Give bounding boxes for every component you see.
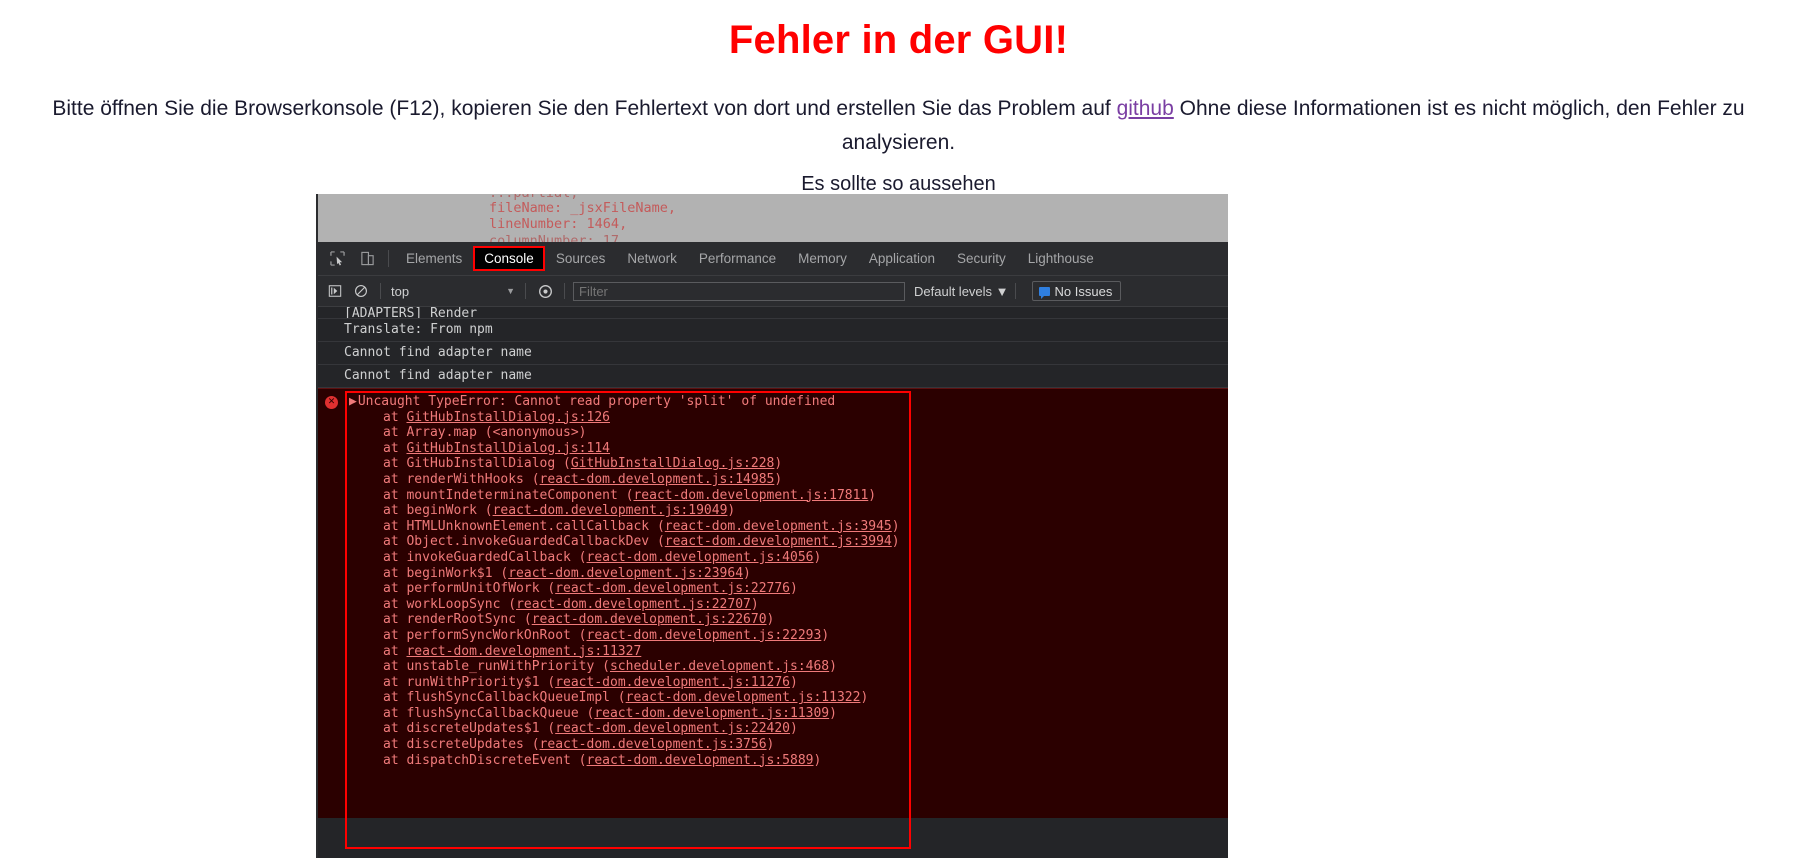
tab-application[interactable]: Application [858, 246, 946, 271]
filterbar-divider-2 [525, 283, 526, 299]
log-row[interactable]: Cannot find adapter name [318, 365, 1228, 388]
stack-frame[interactable]: at invokeGuardedCallback (react-dom.deve… [349, 550, 1228, 566]
error-circle-icon: ✕ [325, 396, 338, 409]
stack-frame[interactable]: at renderWithHooks (react-dom.developmen… [349, 472, 1228, 488]
source-link[interactable]: react-dom.development.js:22707 [516, 597, 751, 612]
source-link[interactable]: react-dom.development.js:22776 [555, 581, 790, 596]
source-link[interactable]: react-dom.development.js:3945 [665, 519, 892, 534]
tab-sources[interactable]: Sources [545, 246, 617, 271]
stack-frame[interactable]: at discreteUpdates$1 (react-dom.developm… [349, 721, 1228, 737]
console-settings-eye-icon[interactable] [533, 280, 557, 302]
tab-console[interactable]: Console [473, 246, 545, 271]
source-link[interactable]: react-dom.development.js:11327 [406, 644, 641, 659]
source-link[interactable]: react-dom.development.js:22293 [587, 628, 822, 643]
log-row[interactable]: [ADAPTERS] Render [318, 307, 1228, 319]
log-row[interactable]: Cannot find adapter name [318, 342, 1228, 365]
tab-security[interactable]: Security [946, 246, 1017, 271]
console-filterbar: top ▼ Default levels ▼ No Issues [318, 276, 1228, 307]
source-link[interactable]: react-dom.development.js:11322 [626, 690, 861, 705]
source-link[interactable]: react-dom.development.js:17811 [633, 488, 868, 503]
console-error-entry[interactable]: ✕ ▶Uncaught TypeError: Cannot read prope… [318, 388, 1228, 849]
stack-frame[interactable]: at mountIndeterminateComponent (react-do… [349, 488, 1228, 504]
filterbar-divider-4 [1014, 283, 1016, 299]
stack-frame[interactable]: at unstable_runWithPriority (scheduler.d… [349, 659, 1228, 675]
stack-frame[interactable]: at react-dom.development.js:11327 [349, 644, 1228, 660]
issues-button[interactable]: No Issues [1031, 281, 1122, 301]
tab-elements[interactable]: Elements [395, 246, 473, 271]
source-link[interactable]: GitHubInstallDialog.js:228 [571, 456, 775, 471]
source-link[interactable]: GitHubInstallDialog.js:126 [406, 410, 610, 425]
code-line-3: columnNumber: 17 [424, 233, 620, 242]
intro-paragraph: Bitte öffnen Sie die Browserkonsole (F12… [0, 92, 1797, 160]
disclosure-triangle-icon[interactable]: ▶ [349, 394, 357, 409]
stack-frame[interactable]: at runWithPriority$1 (react-dom.developm… [349, 675, 1228, 691]
source-link[interactable]: react-dom.development.js:23964 [508, 566, 743, 581]
error-stack-trace[interactable]: ▶Uncaught TypeError: Cannot read propert… [318, 394, 1228, 768]
stack-frame[interactable]: at Object.invokeGuardedCallbackDev (reac… [349, 534, 1228, 550]
devtools-tabbar: Elements Console Sources Network Perform… [318, 242, 1228, 276]
stack-frame[interactable]: at beginWork (react-dom.development.js:1… [349, 503, 1228, 519]
issues-message-icon [1038, 286, 1050, 299]
toolbar-divider [388, 250, 389, 267]
filter-input[interactable] [573, 281, 905, 301]
page-root: Fehler in der GUI! Bitte öffnen Sie die … [0, 0, 1797, 858]
context-selector[interactable]: top ▼ [387, 281, 519, 301]
stack-frame[interactable]: at performSyncWorkOnRoot (react-dom.deve… [349, 628, 1228, 644]
context-selector-value: top [391, 283, 410, 299]
source-link[interactable]: react-dom.development.js:19049 [493, 503, 728, 518]
clear-console-icon[interactable] [349, 280, 373, 302]
stack-frame[interactable]: at beginWork$1 (react-dom.development.js… [349, 566, 1228, 582]
source-link[interactable]: react-dom.development.js:14985 [540, 472, 775, 487]
screenshot-caption: Es sollte so aussehen [801, 173, 996, 195]
stack-frame[interactable]: at HTMLUnknownElement.callCallback (reac… [349, 519, 1228, 535]
intro-text-before: Bitte öffnen Sie die Browserkonsole (F12… [52, 97, 1117, 120]
chevron-down-icon: ▼ [506, 286, 515, 296]
source-link[interactable]: react-dom.development.js:3994 [665, 534, 892, 549]
stack-frame[interactable]: at flushSyncCallbackQueueImpl (react-dom… [349, 690, 1228, 706]
filterbar-divider-3 [564, 283, 565, 299]
log-row[interactable]: Translate: From npm [318, 319, 1228, 342]
source-link[interactable]: scheduler.development.js:468 [610, 659, 829, 674]
source-link[interactable]: react-dom.development.js:11276 [555, 675, 790, 690]
stack-frame[interactable]: at GitHubInstallDialog (GitHubInstallDia… [349, 456, 1228, 472]
stack-frame[interactable]: at flushSyncCallbackQueue (react-dom.dev… [349, 706, 1228, 722]
stack-frame[interactable]: at workLoopSync (react-dom.development.j… [349, 597, 1228, 613]
log-levels-dropdown[interactable]: Default levels ▼ [914, 284, 1009, 299]
source-link[interactable]: react-dom.development.js:4056 [587, 550, 814, 565]
filterbar-divider-1 [380, 283, 381, 299]
source-link[interactable]: react-dom.development.js:22670 [532, 612, 767, 627]
tab-performance[interactable]: Performance [688, 246, 787, 271]
issues-label: No Issues [1054, 283, 1113, 299]
error-headline[interactable]: ▶Uncaught TypeError: Cannot read propert… [349, 394, 1228, 410]
github-link[interactable]: github [1117, 97, 1174, 120]
stack-frame[interactable]: at renderRootSync (react-dom.development… [349, 612, 1228, 628]
execute-icon[interactable] [323, 280, 347, 302]
devtools-screenshot: ...partial, fileName: _jsxFileName, line… [316, 194, 1228, 858]
stack-frame[interactable]: at GitHubInstallDialog.js:114 [349, 441, 1228, 457]
source-link[interactable]: GitHubInstallDialog.js:114 [406, 441, 610, 456]
stack-frame[interactable]: at discreteUpdates (react-dom.developmen… [349, 737, 1228, 753]
stack-frame[interactable]: at Array.map (<anonymous>) [349, 425, 1228, 441]
inspect-element-icon[interactable] [324, 247, 350, 271]
page-title: Fehler in der GUI! [728, 18, 1069, 62]
stack-frame[interactable]: at performUnitOfWork (react-dom.developm… [349, 581, 1228, 597]
device-toolbar-icon[interactable] [354, 247, 380, 271]
code-line-1: fileName: _jsxFileName, [424, 200, 676, 216]
source-link[interactable]: react-dom.development.js:11309 [594, 706, 829, 721]
tab-memory[interactable]: Memory [787, 246, 858, 271]
tab-lighthouse[interactable]: Lighthouse [1017, 246, 1105, 271]
console-log-area[interactable]: [ADAPTERS] Render Translate: From npm Ca… [318, 307, 1228, 858]
source-link[interactable]: react-dom.development.js:3756 [540, 737, 767, 752]
stack-frame[interactable]: at dispatchDiscreteEvent (react-dom.deve… [349, 753, 1228, 769]
tab-network[interactable]: Network [616, 246, 688, 271]
code-line-2: lineNumber: 1464, [424, 216, 628, 232]
source-code-strip: ...partial, fileName: _jsxFileName, line… [318, 194, 1228, 242]
stack-frame[interactable]: at GitHubInstallDialog.js:126 [349, 410, 1228, 426]
source-link[interactable]: react-dom.development.js:22420 [555, 721, 790, 736]
source-link[interactable]: react-dom.development.js:5889 [587, 753, 814, 768]
